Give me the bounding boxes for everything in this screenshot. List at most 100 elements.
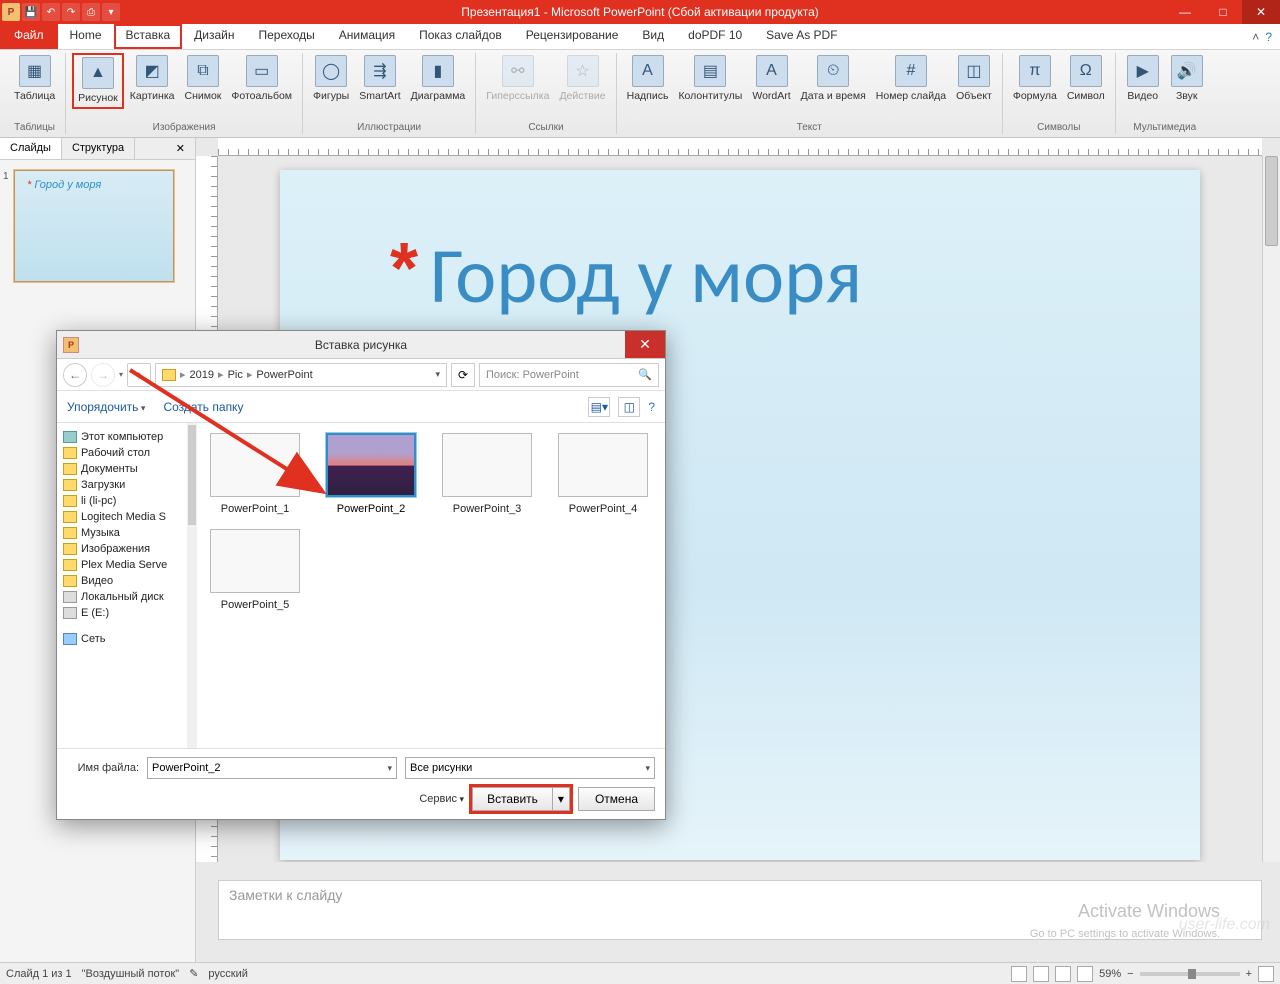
tab-показ-слайдов[interactable]: Показ слайдов (407, 24, 514, 49)
ribbon-Видео[interactable]: ▶Видео (1122, 53, 1164, 105)
ribbon-SmartArt[interactable]: ⇶SmartArt (355, 53, 404, 105)
tree-item[interactable]: Plex Media Serve (61, 557, 192, 573)
tree-item[interactable]: Загрузки (61, 477, 192, 493)
folder-tree[interactable]: Этот компьютерРабочий столДокументыЗагру… (57, 423, 197, 748)
undo-icon[interactable]: ↶ (42, 3, 60, 21)
maximize-button[interactable]: □ (1204, 0, 1242, 24)
qat-dropdown-icon[interactable]: ▾ (102, 3, 120, 21)
tab-file[interactable]: Файл (0, 24, 58, 49)
tab-вид[interactable]: Вид (630, 24, 676, 49)
dialog-close-button[interactable]: ✕ (625, 331, 665, 358)
zoom-level[interactable]: 59% (1099, 968, 1121, 980)
ribbon-Объект[interactable]: ◫Объект (952, 53, 996, 105)
organize-menu[interactable]: Упорядочить (67, 400, 145, 414)
nav-back-button[interactable]: ← (63, 363, 87, 387)
tree-scrollbar[interactable] (187, 423, 197, 748)
redo-icon[interactable]: ↷ (62, 3, 80, 21)
fit-window-button[interactable] (1258, 966, 1274, 982)
ribbon-Действие[interactable]: ☆Действие (555, 53, 609, 105)
ribbon-Формула[interactable]: πФормула (1009, 53, 1061, 105)
tree-item[interactable]: Музыка (61, 525, 192, 541)
vertical-scrollbar[interactable] (1262, 156, 1280, 862)
ribbon-Дата и время[interactable]: ⏲Дата и время (797, 53, 870, 105)
status-language[interactable]: русский (208, 968, 247, 980)
ribbon-Гиперссылка[interactable]: ⚯Гиперссылка (482, 53, 553, 105)
ribbon-Надпись[interactable]: AНадпись (623, 53, 673, 105)
tab-dopdf-10[interactable]: doPDF 10 (676, 24, 754, 49)
file-item[interactable]: PowerPoint_3 (439, 433, 535, 515)
file-item[interactable]: PowerPoint_2 (323, 433, 419, 515)
tab-дизайн[interactable]: Дизайн (182, 24, 246, 49)
ribbon-Диаграмма[interactable]: ▮Диаграмма (407, 53, 470, 105)
breadcrumb[interactable]: ▸ 2019▸ Pic▸ PowerPoint ▾ (155, 363, 447, 387)
view-slideshow-button[interactable] (1077, 966, 1093, 982)
ribbon-Рисунок[interactable]: ▲Рисунок (72, 53, 124, 109)
tree-item[interactable]: Изображения (61, 541, 192, 557)
ribbon-Номер слайда[interactable]: #Номер слайда (872, 53, 950, 105)
file-item[interactable]: PowerPoint_5 (207, 529, 303, 611)
file-item[interactable]: PowerPoint_4 (555, 433, 651, 515)
ribbon-Картинка[interactable]: ◩Картинка (126, 53, 179, 105)
file-list[interactable]: PowerPoint_1PowerPoint_2PowerPoint_3Powe… (197, 423, 665, 748)
tree-item[interactable]: li (li-pc) (61, 493, 192, 509)
tree-item[interactable]: Локальный диск (61, 589, 192, 605)
file-item[interactable]: PowerPoint_1 (207, 433, 303, 515)
view-reading-button[interactable] (1055, 966, 1071, 982)
crumb-1[interactable]: Pic (228, 369, 243, 381)
ribbon-Звук[interactable]: 🔊Звук (1166, 53, 1208, 105)
ribbon-Фотоальбом[interactable]: ▭Фотоальбом (227, 53, 296, 105)
ribbon-Колонтитулы[interactable]: ▤Колонтитулы (674, 53, 746, 105)
tree-item[interactable]: Документы (61, 461, 192, 477)
ribbon-minimize-icon[interactable]: ˄ (1252, 30, 1259, 44)
refresh-button[interactable]: ⟳ (451, 363, 475, 387)
zoom-slider[interactable] (1140, 972, 1240, 976)
tree-item[interactable]: Видео (61, 573, 192, 589)
ribbon-Снимок[interactable]: ⧉Снимок (180, 53, 225, 105)
help-icon[interactable]: ? (1265, 30, 1272, 44)
tab-home[interactable]: Home (58, 24, 114, 49)
spellcheck-icon[interactable]: ✎ (189, 967, 198, 980)
insert-dropdown-icon[interactable]: ▾ (553, 792, 569, 806)
filetype-dropdown[interactable]: Все рисунки (405, 757, 655, 779)
dialog-help-icon[interactable]: ? (648, 400, 655, 414)
crumb-2[interactable]: PowerPoint (256, 369, 312, 381)
minimize-button[interactable]: — (1166, 0, 1204, 24)
tree-item[interactable]: Сеть (61, 631, 192, 647)
tab-переходы[interactable]: Переходы (246, 24, 326, 49)
panel-close-icon[interactable]: ✕ (166, 138, 195, 159)
tab-вставка[interactable]: Вставка (114, 24, 183, 49)
close-button[interactable]: ✕ (1242, 0, 1280, 24)
breadcrumb-dropdown-icon[interactable]: ▾ (435, 369, 440, 380)
preview-pane-button[interactable]: ◫ (618, 397, 640, 417)
panel-tab-slides[interactable]: Слайды (0, 138, 62, 159)
ribbon-Фигуры[interactable]: ◯Фигуры (309, 53, 353, 105)
qat-more-icon[interactable]: ⎙ (82, 3, 100, 21)
nav-up-button[interactable]: ↑ (127, 363, 151, 387)
new-folder-button[interactable]: Создать папку (163, 400, 243, 414)
filename-field[interactable]: PowerPoint_2 (147, 757, 397, 779)
tree-item[interactable]: Рабочий стол (61, 445, 192, 461)
tab-save-as-pdf[interactable]: Save As PDF (754, 24, 849, 49)
dialog-titlebar[interactable]: P Вставка рисунка ✕ (57, 331, 665, 359)
view-normal-button[interactable] (1011, 966, 1027, 982)
tab-анимация[interactable]: Анимация (327, 24, 407, 49)
cancel-button[interactable]: Отмена (578, 787, 655, 811)
crumb-0[interactable]: 2019 (190, 369, 214, 381)
tree-item[interactable]: Этот компьютер (61, 429, 192, 445)
search-input[interactable]: Поиск: PowerPoint 🔍 (479, 363, 659, 387)
view-sorter-button[interactable] (1033, 966, 1049, 982)
slide-thumbnail[interactable]: 1 Город у моря (14, 170, 174, 282)
tab-рецензирование[interactable]: Рецензирование (514, 24, 631, 49)
tree-item[interactable]: E (E:) (61, 605, 192, 621)
slide-title-text[interactable]: Город у моря (430, 228, 862, 323)
ribbon-Символ[interactable]: ΩСимвол (1063, 53, 1109, 105)
zoom-in-button[interactable]: + (1246, 968, 1252, 980)
save-icon[interactable]: 💾 (22, 3, 40, 21)
tools-menu[interactable]: Сервис (419, 793, 464, 805)
tree-item[interactable]: Logitech Media S (61, 509, 192, 525)
ribbon-Таблица[interactable]: ▦Таблица (10, 53, 59, 105)
nav-history-dropdown[interactable]: ▾ (119, 370, 123, 379)
panel-tab-outline[interactable]: Структура (62, 138, 135, 159)
view-menu-button[interactable]: ▤▾ (588, 397, 610, 417)
zoom-out-button[interactable]: − (1127, 968, 1133, 980)
